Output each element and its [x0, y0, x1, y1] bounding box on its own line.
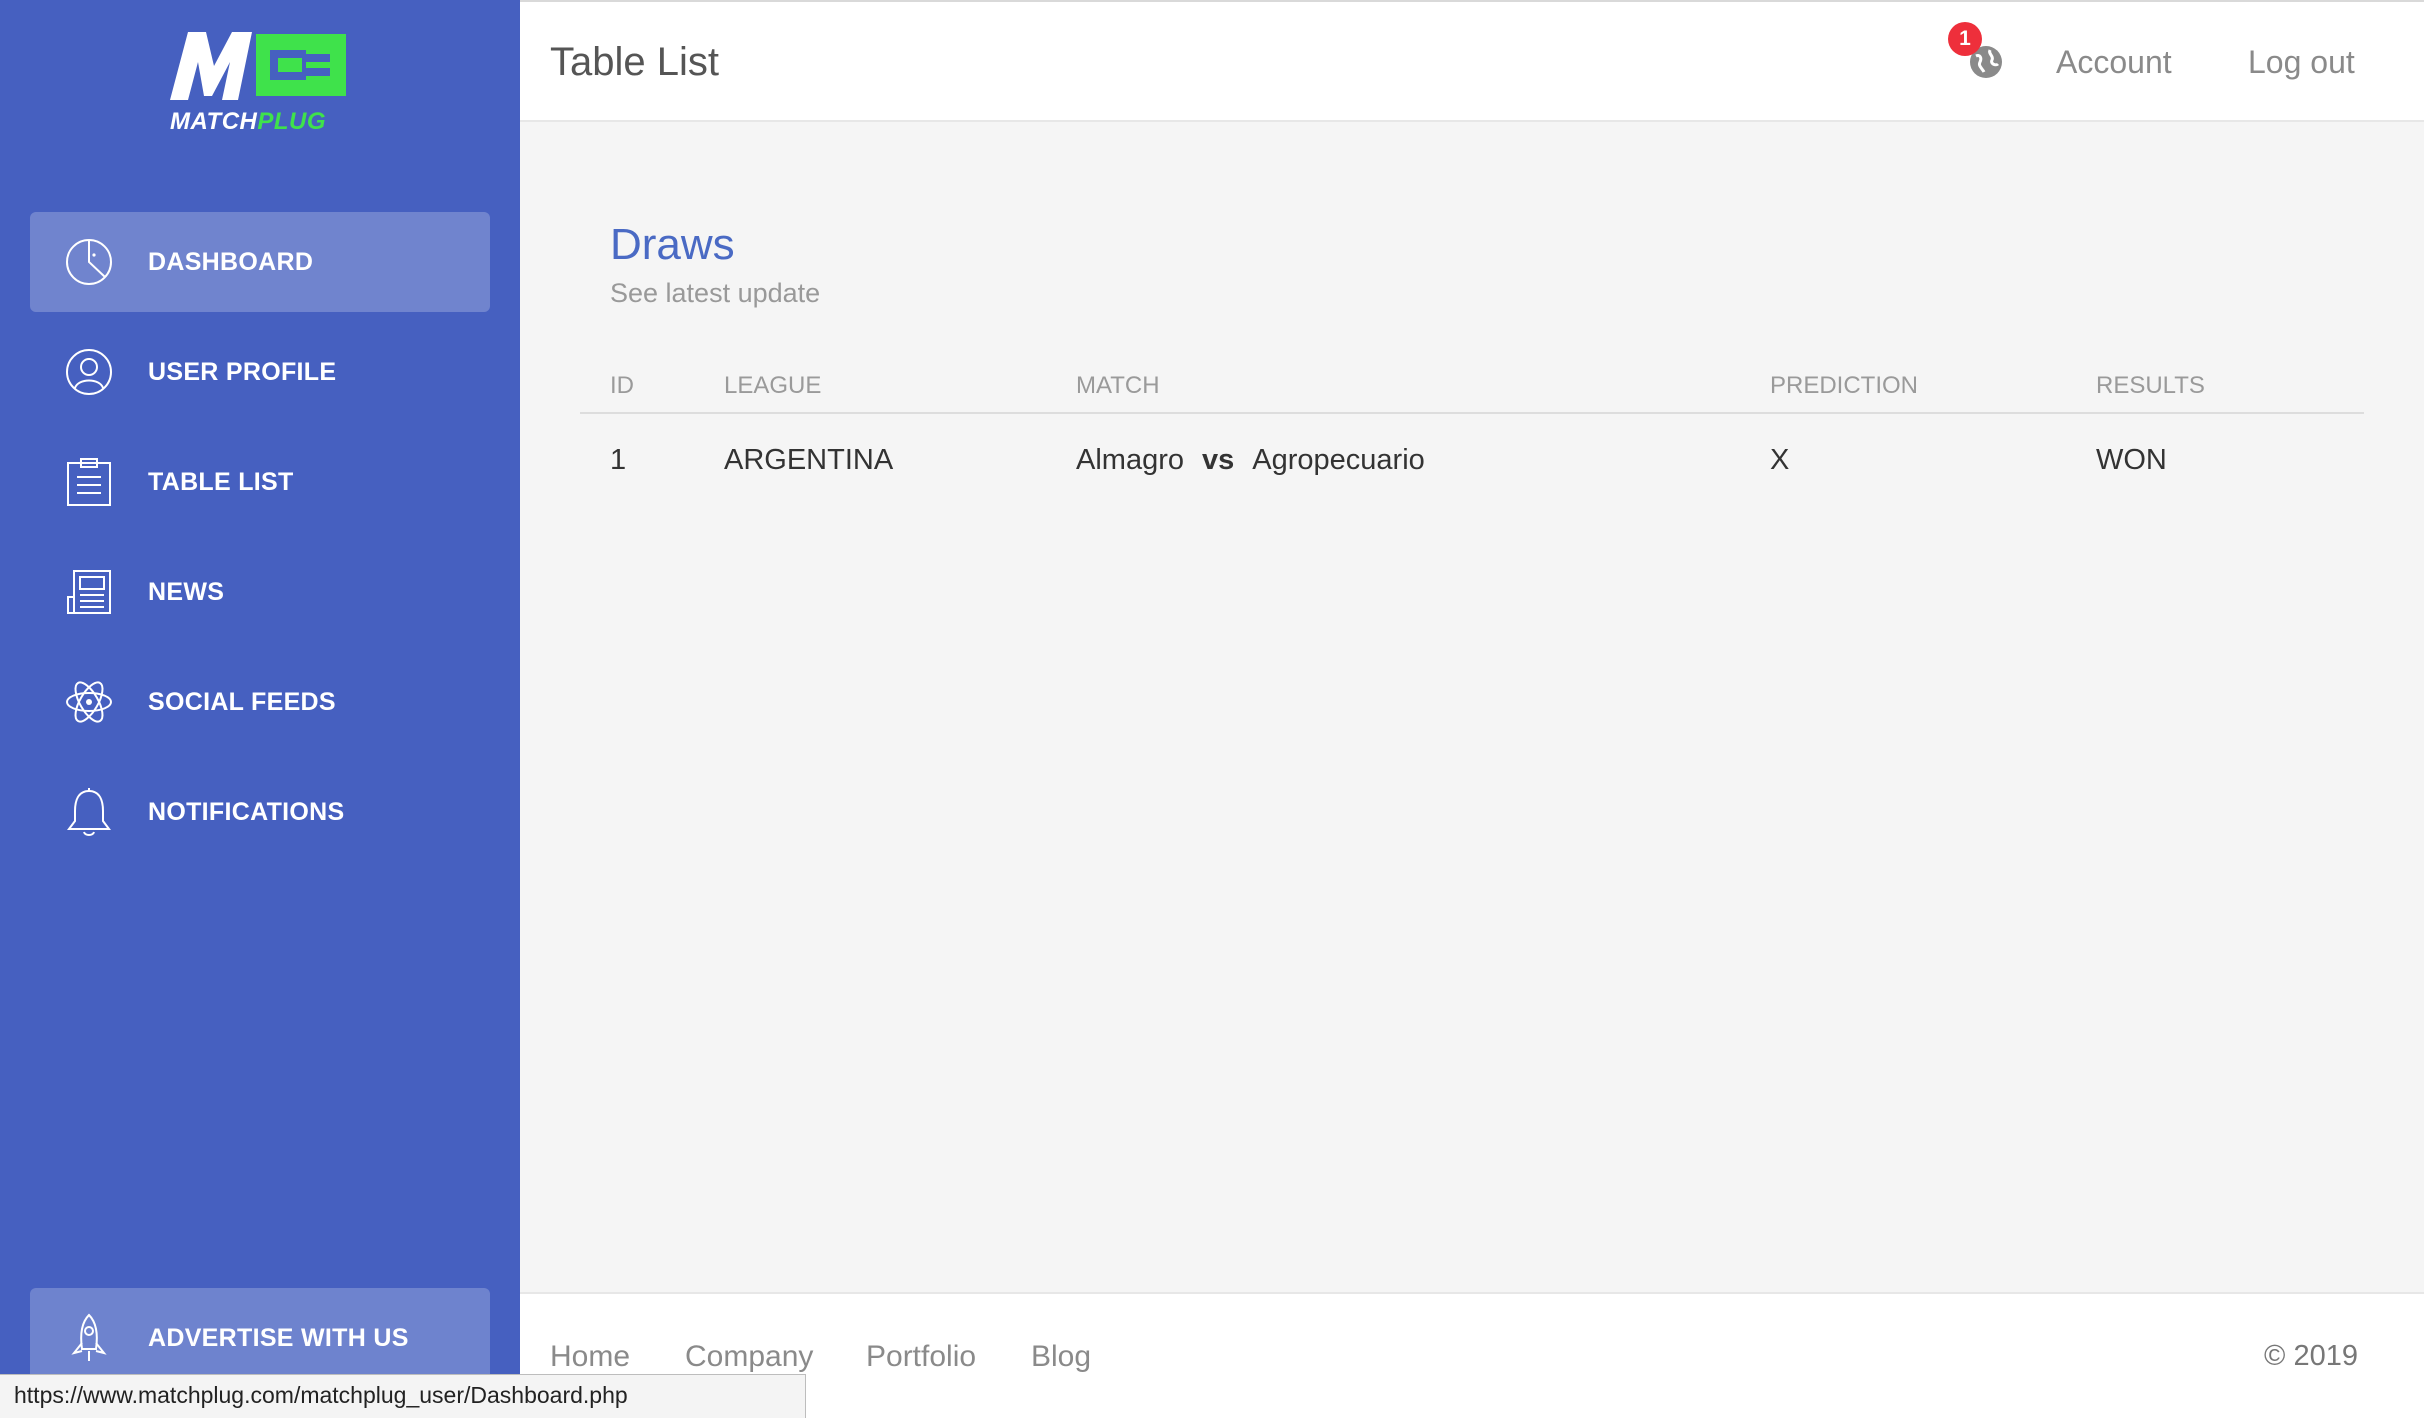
column-header-results: RESULTS: [2096, 372, 2205, 399]
advertise-button[interactable]: ADVERTISE WITH US: [30, 1288, 490, 1388]
atom-icon: [64, 677, 114, 727]
sidebar-item-label: DASHBOARD: [148, 247, 314, 276]
notifications-dropdown[interactable]: 1: [1948, 22, 2008, 82]
cell-league: ARGENTINA: [724, 444, 894, 476]
card-title: Draws: [610, 220, 735, 269]
account-link[interactable]: Account: [2056, 44, 2172, 81]
newspaper-icon: [64, 567, 114, 617]
cell-prediction: X: [1770, 444, 1790, 476]
sidebar-item-label: NOTIFICATIONS: [148, 797, 345, 826]
logo-word-plug: PLUG: [257, 108, 327, 135]
logo-mark-icon: [170, 32, 346, 100]
notification-badge: 1: [1948, 22, 1982, 56]
page-title: Table List: [550, 40, 719, 84]
bell-icon: [64, 787, 114, 837]
sidebar-item-label: NEWS: [148, 577, 225, 606]
footer-link-portfolio[interactable]: Portfolio: [866, 1340, 976, 1374]
match-away-team: Agropecuario: [1252, 444, 1425, 476]
cell-match: Almagro vs Agropecuario: [1076, 444, 1425, 477]
footer-link-home[interactable]: Home: [550, 1340, 630, 1374]
user-icon: [64, 347, 114, 397]
top-navbar: Table List 1 Account Log out: [520, 0, 2424, 122]
column-header-prediction: PREDICTION: [1770, 372, 1919, 399]
footer-link-company[interactable]: Company: [685, 1340, 813, 1374]
clipboard-icon: [64, 457, 114, 507]
sidebar-item-news[interactable]: NEWS: [30, 542, 490, 642]
column-header-id: ID: [610, 372, 634, 399]
cell-id: 1: [610, 444, 627, 476]
footer-link-blog[interactable]: Blog: [1031, 1340, 1091, 1374]
browser-status-url: https://www.matchplug.com/matchplug_user…: [0, 1374, 806, 1418]
draws-table: ID LEAGUE MATCH PREDICTION RESULTS 1 ARG…: [580, 360, 2364, 476]
logo-word-match: MATCH: [170, 108, 258, 135]
match-vs: vs: [1202, 444, 1235, 476]
sidebar-item-table-list[interactable]: TABLE LIST: [30, 432, 490, 532]
rocket-icon: [64, 1313, 114, 1363]
sidebar-item-label: SOCIAL FEEDS: [148, 687, 336, 716]
column-header-match: MATCH: [1076, 372, 1160, 399]
card-subtitle: See latest update: [610, 278, 821, 308]
cell-result: WON: [2096, 444, 2167, 476]
table-header: ID LEAGUE MATCH PREDICTION RESULTS: [580, 360, 2364, 414]
logo-wordmark: MATCHPLUG: [170, 108, 326, 136]
match-home-team: Almagro: [1076, 444, 1184, 476]
sidebar-item-dashboard[interactable]: DASHBOARD: [30, 212, 490, 312]
copyright: © 2019: [2264, 1340, 2358, 1372]
column-header-league: LEAGUE: [724, 372, 822, 399]
sidebar-item-label: TABLE LIST: [148, 467, 294, 496]
sidebar: MATCHPLUG DASHBOARD USER PROFILE TABLE L…: [0, 0, 520, 1418]
sidebar-item-social-feeds[interactable]: SOCIAL FEEDS: [30, 652, 490, 752]
sidebar-item-label: USER PROFILE: [148, 357, 337, 386]
pie-chart-icon: [64, 237, 114, 287]
sidebar-item-notifications[interactable]: NOTIFICATIONS: [30, 762, 490, 862]
matchplug-logo[interactable]: MATCHPLUG: [160, 26, 360, 138]
advertise-label: ADVERTISE WITH US: [148, 1323, 409, 1352]
logout-link[interactable]: Log out: [2248, 44, 2355, 81]
sidebar-item-user-profile[interactable]: USER PROFILE: [30, 322, 490, 422]
